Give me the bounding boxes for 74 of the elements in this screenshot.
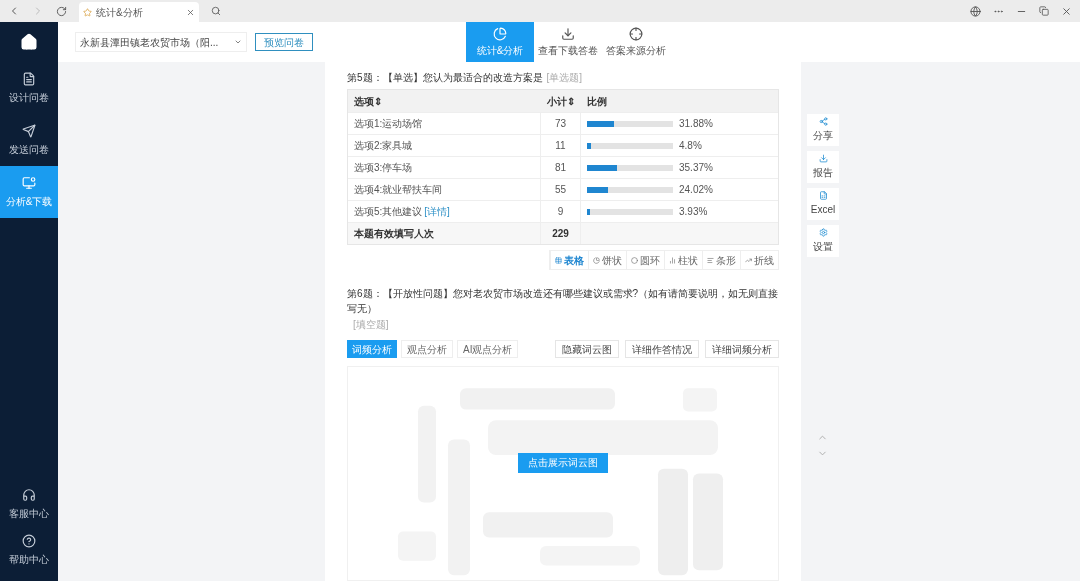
home-icon[interactable] (20, 33, 38, 51)
search-icon[interactable] (211, 6, 221, 16)
restore-icon[interactable] (1039, 6, 1049, 16)
close-icon[interactable] (186, 7, 195, 17)
sidebar-item-icon (22, 487, 36, 502)
sidebar-item[interactable]: 发送问卷 (0, 114, 58, 166)
tool-icon (818, 154, 828, 163)
table-cell: 选项3:停车场 (348, 157, 541, 178)
nav-tab[interactable]: 查看下载答卷 (534, 22, 602, 62)
table-cell: 本题有效填写人次 (348, 223, 541, 244)
sidebar-item-icon (22, 175, 36, 190)
chart-view-tab[interactable]: 表格 (550, 251, 588, 269)
tool-button[interactable]: 设置 (807, 225, 839, 257)
sidebar-item-icon (22, 123, 36, 138)
close-icon[interactable] (1061, 5, 1072, 17)
table-cell: 229 (541, 223, 581, 244)
table-cell: 73 (541, 113, 581, 134)
table-cell: 81 (541, 157, 581, 178)
survey-select[interactable]: 永新县潭田镇老农贸市场（阳... (75, 32, 247, 52)
analysis-tab[interactable]: AI观点分析 (457, 340, 519, 358)
action-button[interactable]: 详细词频分析 (705, 340, 779, 358)
column-header: 比例 (586, 94, 608, 109)
question-type: [填空题] (353, 318, 390, 332)
browser-tab[interactable]: 统计&分析 (79, 2, 199, 22)
sidebar-item-icon (22, 71, 36, 86)
sidebar-item-icon (22, 533, 36, 548)
column-header[interactable]: 小计⇕ (541, 90, 581, 112)
preview-button[interactable]: 预览问卷 (255, 33, 313, 51)
details-link[interactable]: [详情] (424, 204, 450, 219)
nav-tab-icon (493, 26, 507, 41)
chart-view-icon (593, 256, 600, 264)
table-cell: 55 (541, 179, 581, 200)
reload-icon[interactable] (56, 5, 67, 17)
chart-view-icon (555, 256, 562, 264)
tool-button[interactable]: 分享 (807, 114, 839, 146)
tool-button[interactable]: 报告 (807, 151, 839, 183)
tool-icon (818, 228, 828, 237)
percent-text: 31.88% (679, 117, 713, 131)
question-title: 第6题：【开放性问题】您对老农贸市场改造还有哪些建议或需求?（如有请简要说明，如无则直接写无） (347, 287, 779, 316)
table-cell: 选项4:就业帮扶车间 (348, 179, 541, 200)
table-cell: 选项1:运动场馆 (348, 113, 541, 134)
question-title: 第5题：【单选】您认为最适合的改造方案是 (347, 70, 543, 85)
chart-view-tab[interactable]: 折线 (740, 251, 778, 269)
nav-tab-icon (561, 26, 575, 41)
percent-text: 3.93% (679, 205, 708, 219)
chart-view-tab[interactable]: 圆环 (626, 251, 664, 269)
caret-icon (234, 38, 242, 46)
chart-view-tab[interactable]: 饼状 (588, 251, 626, 269)
sidebar-item[interactable]: 设计问卷 (0, 62, 58, 114)
percent-text: 24.02% (679, 183, 713, 197)
sidebar-item[interactable]: 帮助中心 (0, 527, 58, 573)
tool-button[interactable]: Excel (807, 188, 839, 220)
chart-view-icon (669, 256, 676, 264)
globe-icon[interactable] (970, 5, 981, 17)
tool-icon (818, 191, 828, 200)
nav-tab-icon (629, 26, 643, 41)
chart-view-tab[interactable]: 条形 (702, 251, 740, 269)
action-button[interactable]: 隐藏词云图 (555, 340, 619, 358)
action-button[interactable]: 详细作答情况 (625, 340, 699, 358)
nav-tab[interactable]: 答案来源分析 (602, 22, 670, 62)
chart-view-icon (707, 256, 714, 264)
table-cell: 选项2:家具城 (348, 135, 541, 156)
chart-view-icon (631, 256, 638, 264)
percent-text: 35.37% (679, 161, 713, 175)
question-type: [单选题] (546, 70, 583, 85)
tool-icon (818, 117, 828, 126)
chart-view-icon (745, 256, 752, 264)
percent-text: 4.8% (679, 139, 702, 153)
analysis-tab[interactable]: 观点分析 (401, 340, 453, 358)
table-cell: 11 (541, 135, 581, 156)
star-icon (83, 7, 92, 17)
column-header[interactable]: 选项⇕ (348, 90, 541, 112)
chart-view-tab[interactable]: 柱状 (664, 251, 702, 269)
sidebar-item[interactable]: 客服中心 (0, 481, 58, 527)
